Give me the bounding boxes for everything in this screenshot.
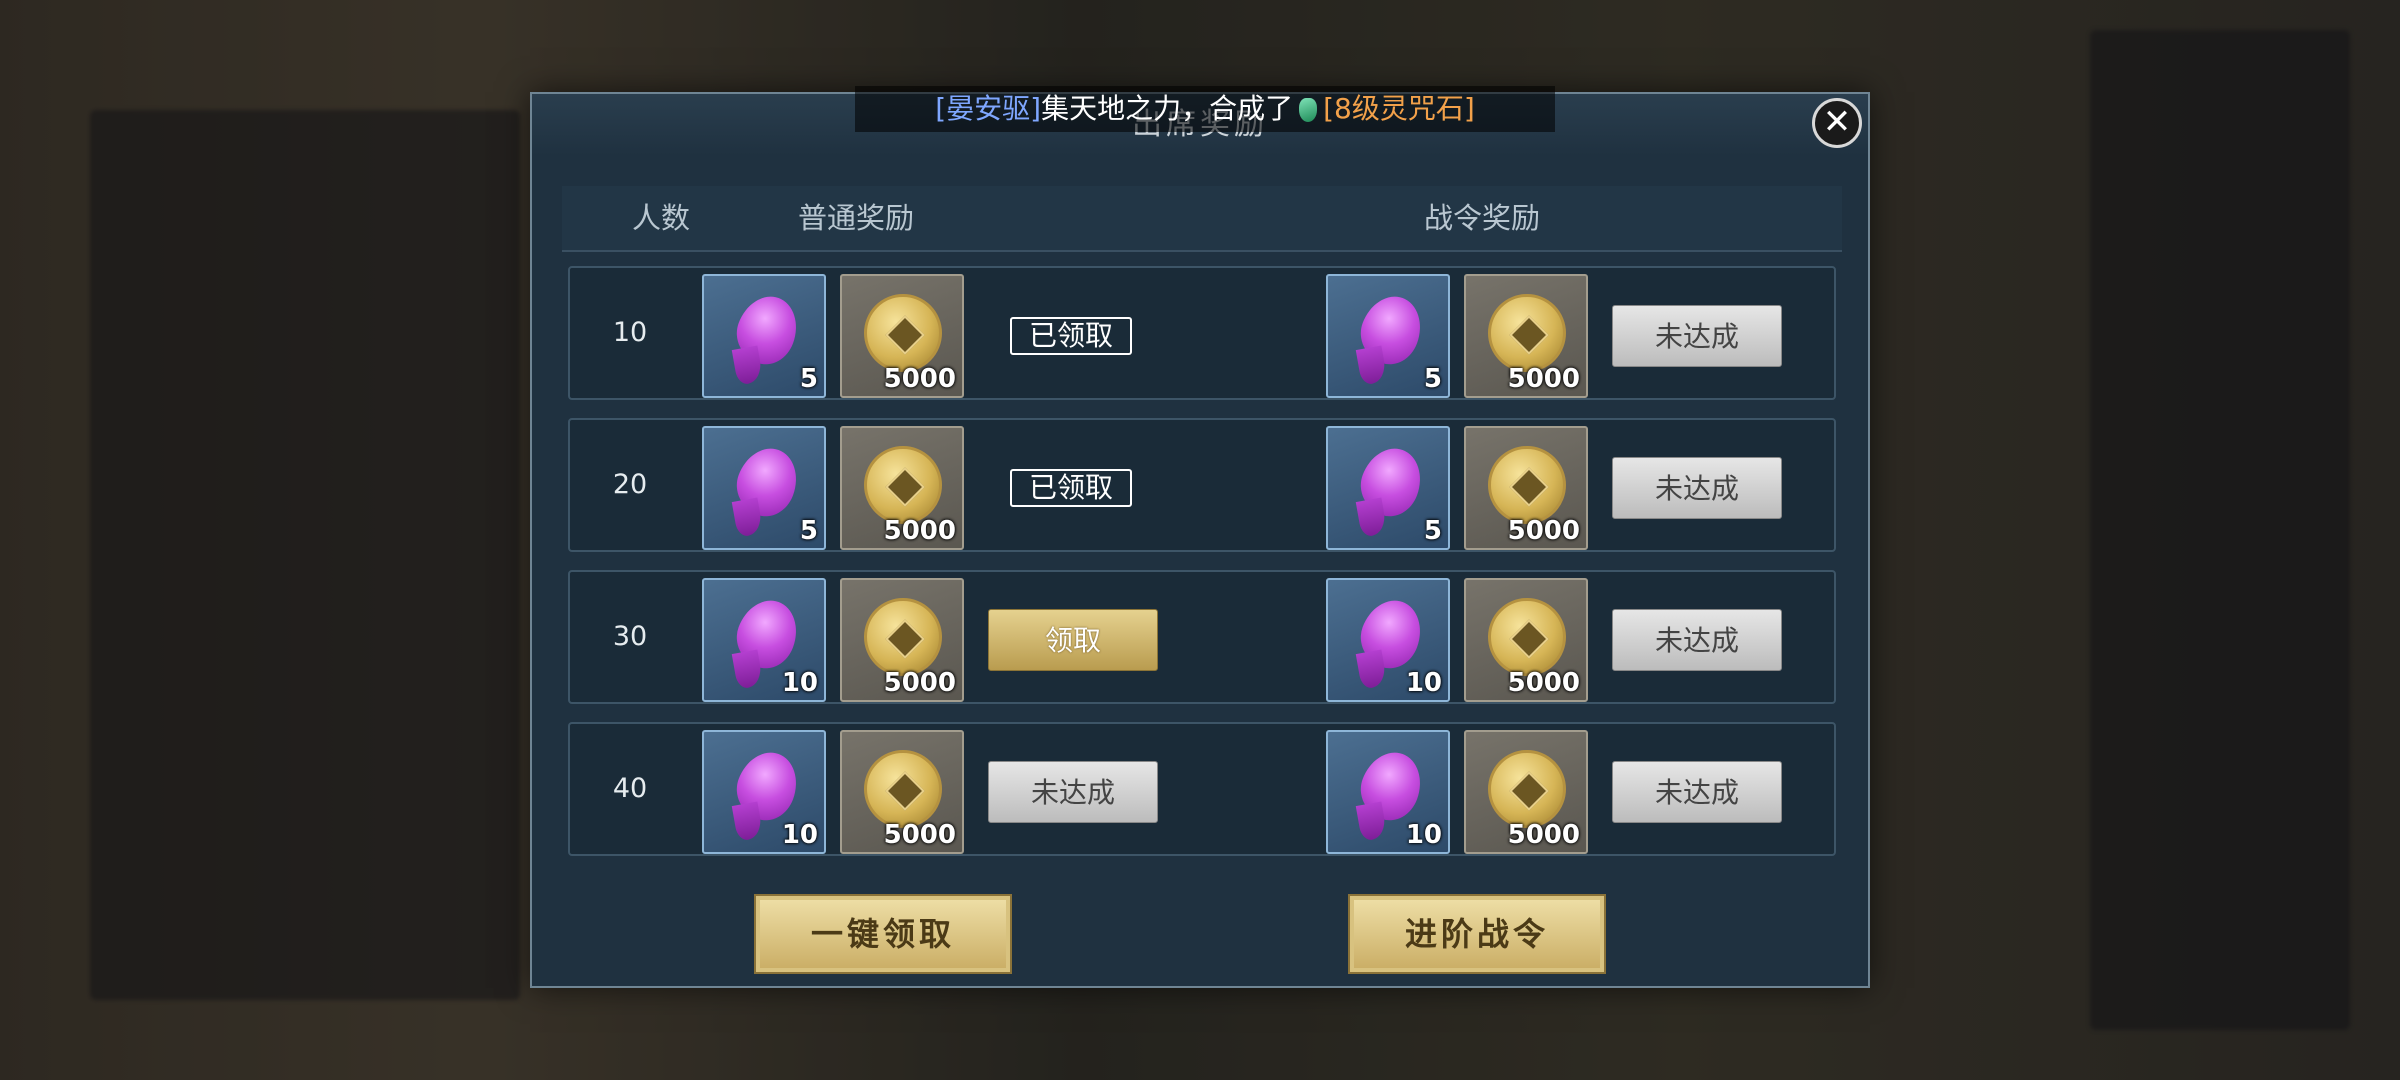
- coin-item[interactable]: 5000: [840, 578, 964, 702]
- gem-icon: [1299, 98, 1318, 122]
- item-quantity: 5000: [1507, 668, 1580, 698]
- coin-icon: [864, 598, 942, 676]
- normal-status-label: 已领取: [1010, 469, 1132, 507]
- normal-status-button[interactable]: 未达成: [988, 761, 1158, 823]
- item-quantity: 5: [1423, 516, 1442, 546]
- fragment-item[interactable]: 5: [1326, 426, 1450, 550]
- coin-item[interactable]: 5000: [840, 730, 964, 854]
- item-quantity: 5000: [883, 364, 956, 394]
- item-quantity: 5000: [883, 668, 956, 698]
- fragment-icon: [728, 288, 806, 372]
- row-count: 30: [612, 621, 648, 652]
- claim-button[interactable]: 领取: [988, 609, 1158, 671]
- item-quantity: 5000: [883, 516, 956, 546]
- item-quantity: 5000: [883, 820, 956, 850]
- header-pass-reward: 战令奖励: [1424, 201, 1541, 235]
- item-quantity: 5000: [1507, 364, 1580, 394]
- normal-status-label: 已领取: [1010, 317, 1132, 355]
- fragment-item[interactable]: 10: [1326, 730, 1450, 854]
- coin-item[interactable]: 5000: [840, 426, 964, 550]
- pass-status-button[interactable]: 未达成: [1612, 609, 1782, 671]
- player-name: [晏安驱]: [935, 92, 1042, 125]
- reward-row: 30 10 5000 领取 10 5000 未达成: [568, 570, 1836, 704]
- row-count: 10: [612, 317, 648, 348]
- item-quantity: 5: [1423, 364, 1442, 394]
- item-quantity: 5000: [1507, 820, 1580, 850]
- table-header: 人数 普通奖励 战令奖励: [562, 186, 1842, 252]
- pass-status-button[interactable]: 未达成: [1612, 457, 1782, 519]
- coin-item[interactable]: 5000: [1464, 578, 1588, 702]
- fragment-icon: [728, 440, 806, 524]
- reward-row: 20 5 5000 已领取 5 5000 未达成: [568, 418, 1836, 552]
- close-icon[interactable]: ✕: [1812, 98, 1862, 148]
- coin-icon: [1488, 598, 1566, 676]
- coin-item[interactable]: 5000: [1464, 274, 1588, 398]
- broadcast-message: 集天地之力，合成了: [1041, 92, 1294, 125]
- pass-status-button[interactable]: 未达成: [1612, 761, 1782, 823]
- coin-icon: [864, 294, 942, 372]
- fragment-item[interactable]: 5: [702, 274, 826, 398]
- item-quantity: 10: [781, 820, 818, 850]
- row-count: 20: [612, 469, 648, 500]
- fragment-item[interactable]: 5: [1326, 274, 1450, 398]
- item-quantity: 5: [799, 364, 818, 394]
- pass-status-button[interactable]: 未达成: [1612, 305, 1782, 367]
- coin-item[interactable]: 5000: [840, 274, 964, 398]
- coin-icon: [864, 446, 942, 524]
- fragment-item[interactable]: 5: [702, 426, 826, 550]
- fragment-icon: [728, 592, 806, 676]
- reward-row: 10 5 5000 已领取 5 5000 未达成: [568, 266, 1836, 400]
- fragment-icon: [728, 744, 806, 828]
- coin-item[interactable]: 5000: [1464, 426, 1588, 550]
- coin-icon: [864, 750, 942, 828]
- coin-item[interactable]: 5000: [1464, 730, 1588, 854]
- fragment-icon: [1352, 440, 1430, 524]
- coin-icon: [1488, 750, 1566, 828]
- system-broadcast-banner: [晏安驱]集天地之力，合成了 [8级灵咒石]: [855, 86, 1555, 132]
- reward-row: 40 10 5000 未达成 10 5000 未达成: [568, 722, 1836, 856]
- item-quantity: 10: [1405, 668, 1442, 698]
- broadcast-item-name: [8级灵咒石]: [1323, 92, 1475, 125]
- item-quantity: 10: [781, 668, 818, 698]
- item-quantity: 5000: [1507, 516, 1580, 546]
- fragment-icon: [1352, 288, 1430, 372]
- header-count: 人数: [632, 201, 691, 235]
- item-quantity: 5: [799, 516, 818, 546]
- fragment-icon: [1352, 744, 1430, 828]
- coin-icon: [1488, 294, 1566, 372]
- fragment-icon: [1352, 592, 1430, 676]
- fragment-item[interactable]: 10: [702, 578, 826, 702]
- row-count: 40: [612, 773, 648, 804]
- coin-icon: [1488, 446, 1566, 524]
- claim-all-button[interactable]: 一键领取: [754, 894, 1012, 974]
- item-quantity: 10: [1405, 820, 1442, 850]
- fragment-item[interactable]: 10: [702, 730, 826, 854]
- upgrade-pass-button[interactable]: 进阶战令: [1348, 894, 1606, 974]
- fragment-item[interactable]: 10: [1326, 578, 1450, 702]
- attendance-reward-modal: 出席奖励 ✕ 人数 普通奖励 战令奖励 10 5 5000 已领取 5 5000…: [530, 92, 1870, 988]
- header-normal-reward: 普通奖励: [798, 201, 915, 235]
